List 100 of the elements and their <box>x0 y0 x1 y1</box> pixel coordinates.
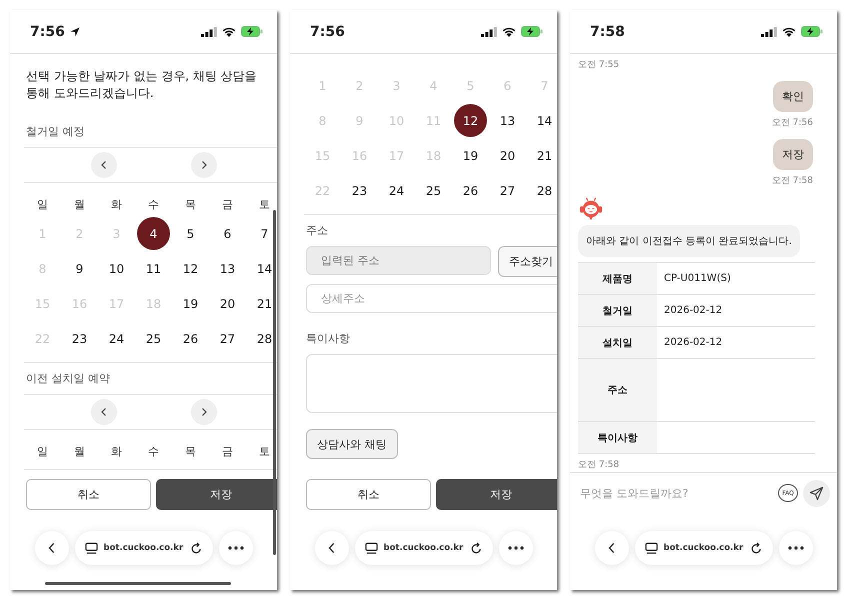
status-time: 7:56 <box>310 24 345 40</box>
calendar-day[interactable]: 13 <box>491 104 524 137</box>
charging-battery-icon <box>801 26 823 37</box>
url-text[interactable]: bot.cuckoo.co.kr <box>384 543 464 553</box>
back-icon[interactable] <box>46 541 56 555</box>
send-icon[interactable] <box>809 486 824 500</box>
table-header-cell: 특이사항 <box>578 422 657 454</box>
calendar-day[interactable]: 28 <box>248 322 277 355</box>
calendar-day[interactable]: 6 <box>211 217 244 250</box>
calendar-day[interactable]: 11 <box>137 252 170 285</box>
more-button[interactable] <box>218 531 252 565</box>
calendar-day[interactable]: 19 <box>174 287 207 320</box>
status-time: 7:56 <box>30 24 65 40</box>
weekday-label: 금 <box>221 444 234 459</box>
message-time: 오전 7:55 <box>578 60 620 70</box>
wifi-icon <box>222 26 236 36</box>
section-label: 주소 <box>306 223 328 239</box>
more-icon[interactable] <box>228 546 244 550</box>
save-button[interactable]: 저장 <box>156 479 277 510</box>
calendar-day[interactable]: 5 <box>174 217 207 250</box>
calendar-day[interactable]: 4 <box>137 217 170 250</box>
cancel-button[interactable]: 취소 <box>26 479 151 510</box>
calendar-day[interactable]: 26 <box>454 174 487 207</box>
table-header-cell: 주소 <box>578 358 657 422</box>
find-address-button[interactable]: 주소찾기 <box>498 246 557 277</box>
weekday-label: 화 <box>110 197 123 212</box>
calendar-day[interactable]: 21 <box>528 139 557 172</box>
calendar-day[interactable]: 20 <box>491 139 524 172</box>
calendar-day[interactable]: 24 <box>100 322 133 355</box>
user-message: 저장 <box>773 139 813 170</box>
weekday-label: 월 <box>73 197 86 212</box>
table-header-cell: 철거일 <box>578 294 657 326</box>
calendar-day[interactable]: 26 <box>174 322 207 355</box>
bot-message: 아래와 같이 이전접수 등록이 완료되었습니다. <box>578 225 800 257</box>
section-label: 철거일 예정 <box>26 124 84 140</box>
notice-text: 선택 가능한 날짜가 없는 경우, 채팅 상담을 통해 도와드리겠습니다. <box>26 68 258 102</box>
calendar-day[interactable]: 28 <box>528 174 557 207</box>
more-icon[interactable] <box>788 546 804 550</box>
charging-battery-icon <box>521 26 543 37</box>
weekday-label: 일 <box>36 197 49 212</box>
tabs-icon[interactable] <box>644 542 658 554</box>
reload-icon[interactable] <box>470 542 482 554</box>
weekday-label: 목 <box>184 197 197 212</box>
reload-icon[interactable] <box>750 542 762 554</box>
calendar-day[interactable]: 14 <box>248 252 277 285</box>
table-cell: 2026-02-12 <box>657 294 815 326</box>
calendar-day[interactable]: 23 <box>63 322 96 355</box>
calendar-day[interactable]: 27 <box>491 174 524 207</box>
robot-avatar-icon <box>578 197 604 221</box>
more-icon[interactable] <box>508 546 524 550</box>
chevron-left-icon[interactable] <box>98 407 108 417</box>
weekday-label: 토 <box>258 197 271 212</box>
calendar-day[interactable]: 24 <box>380 174 413 207</box>
signal-icon <box>201 26 217 36</box>
calendar-day[interactable]: 27 <box>211 322 244 355</box>
send-button[interactable] <box>803 480 830 506</box>
section-label: 이전 설치일 예약 <box>26 371 110 387</box>
calendar-day[interactable]: 13 <box>211 252 244 285</box>
calendar-day[interactable]: 21 <box>248 287 277 320</box>
calendar-day[interactable]: 19 <box>454 139 487 172</box>
chat-with-agent-button[interactable]: 상담사와 채팅 <box>306 429 398 459</box>
calendar-day[interactable]: 12 <box>454 104 487 137</box>
weekday-label: 목 <box>184 444 197 459</box>
weekday-label: 화 <box>110 444 123 459</box>
chevron-left-icon[interactable] <box>98 160 108 170</box>
url-text[interactable]: bot.cuckoo.co.kr <box>104 543 184 553</box>
calendar-day[interactable]: 7 <box>248 217 277 250</box>
back-icon[interactable] <box>326 541 336 555</box>
save-button[interactable]: 저장 <box>436 479 557 510</box>
table-cell: CP-U011W(S) <box>657 262 815 294</box>
detail-address-field[interactable]: 상세주소 <box>306 284 557 313</box>
message-time: 오전 7:56 <box>772 118 813 128</box>
calendar-day[interactable]: 25 <box>137 322 170 355</box>
section-label: 특이사항 <box>306 331 350 347</box>
calendar-day[interactable]: 12 <box>174 252 207 285</box>
wifi-icon <box>502 26 516 36</box>
cancel-button[interactable]: 취소 <box>306 479 431 510</box>
signal-icon <box>761 26 777 36</box>
calendar-day[interactable]: 9 <box>63 252 96 285</box>
message-time: 오전 7:58 <box>772 176 813 186</box>
calendar-day[interactable]: 10 <box>100 252 133 285</box>
weekday-label: 월 <box>73 444 86 459</box>
tabs-icon[interactable] <box>364 542 378 554</box>
message-time: 오전 7:58 <box>578 460 620 470</box>
wifi-icon <box>782 26 796 36</box>
weekday-label: 일 <box>36 444 49 459</box>
calendar-day[interactable]: 23 <box>343 174 376 207</box>
calendar-day[interactable]: 20 <box>211 287 244 320</box>
table-header-cell: 설치일 <box>578 326 657 358</box>
table-header-cell: 제품명 <box>578 262 657 294</box>
reload-icon[interactable] <box>190 542 202 554</box>
calendar-day[interactable]: 14 <box>528 104 557 137</box>
more-button[interactable] <box>778 531 812 565</box>
notes-field[interactable] <box>306 354 557 413</box>
more-button[interactable] <box>498 531 532 565</box>
calendar-day[interactable]: 25 <box>417 174 450 207</box>
back-icon[interactable] <box>606 541 616 555</box>
weekday-label: 수 <box>147 197 160 212</box>
tabs-icon[interactable] <box>84 542 98 554</box>
url-text[interactable]: bot.cuckoo.co.kr <box>664 543 744 553</box>
